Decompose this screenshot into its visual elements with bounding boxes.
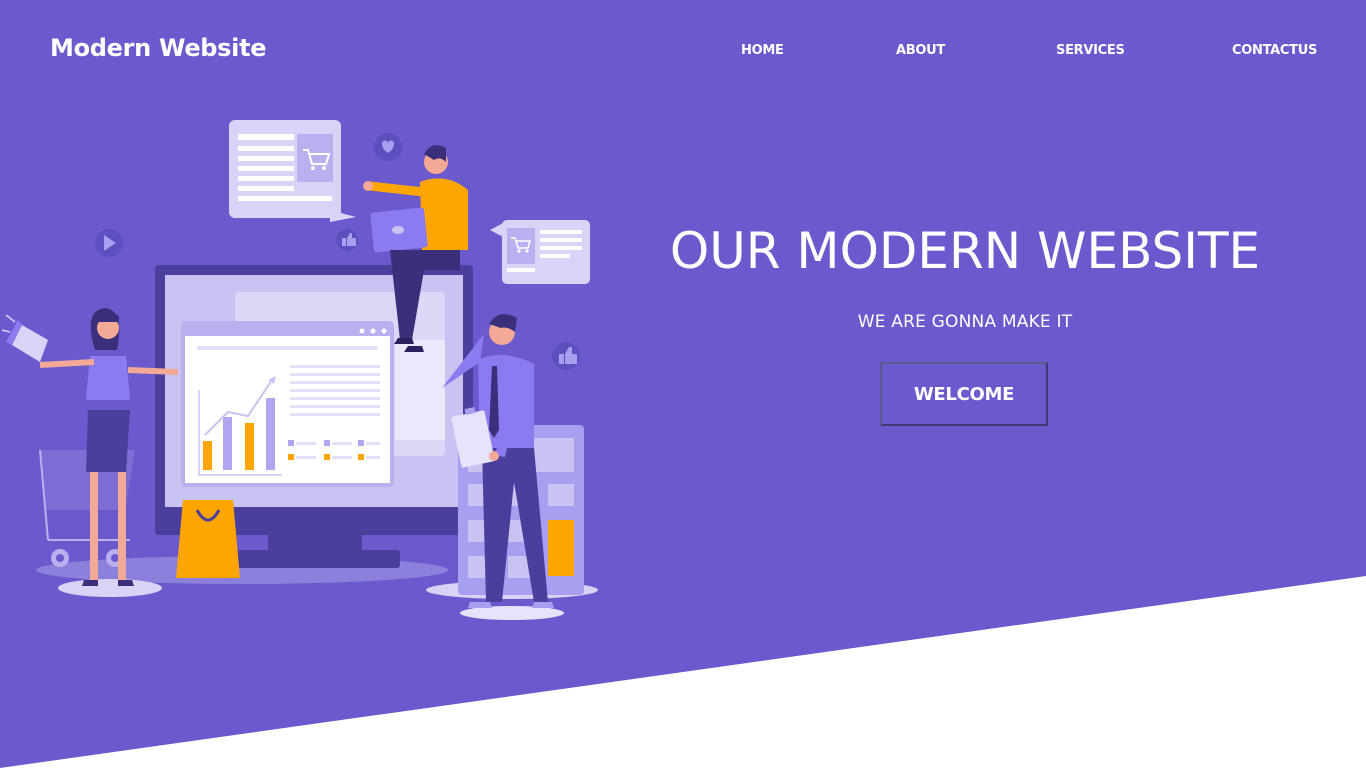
thumbs-up-icon (336, 229, 358, 251)
shopping-cart-icon (490, 220, 590, 284)
megaphone-icon (1, 314, 48, 362)
shopping-bag-icon (176, 500, 240, 578)
floor-shadow-left (58, 579, 162, 597)
nav-link-about[interactable]: ABOUT (896, 43, 945, 58)
thumbs-up-icon (552, 342, 580, 370)
play-icon (95, 229, 123, 257)
chart-window (181, 321, 394, 487)
navbar: Modern Website HOME ABOUT SERVICES CONTA… (0, 0, 1366, 100)
heart-icon (374, 133, 402, 161)
welcome-button[interactable]: WELCOME (880, 362, 1048, 426)
chart-bar-3 (245, 423, 254, 470)
hero-illustration (1, 120, 598, 620)
floor-shadow-man (460, 606, 564, 620)
nav-link-services[interactable]: SERVICES (1056, 43, 1125, 58)
chart-bar-4 (266, 398, 275, 470)
site-logo[interactable]: Modern Website (50, 34, 267, 62)
chart-bar-2 (223, 417, 232, 470)
nav-link-home[interactable]: HOME (741, 43, 784, 58)
chart-bar-1 (203, 441, 212, 470)
hero-subtitle: WE ARE GONNA MAKE IT (857, 312, 1073, 332)
product-bubble (229, 120, 356, 222)
nav-link-contact[interactable]: CONTACTUS (1232, 43, 1317, 58)
hero-title: OUR MODERN WEBSITE (669, 222, 1261, 280)
